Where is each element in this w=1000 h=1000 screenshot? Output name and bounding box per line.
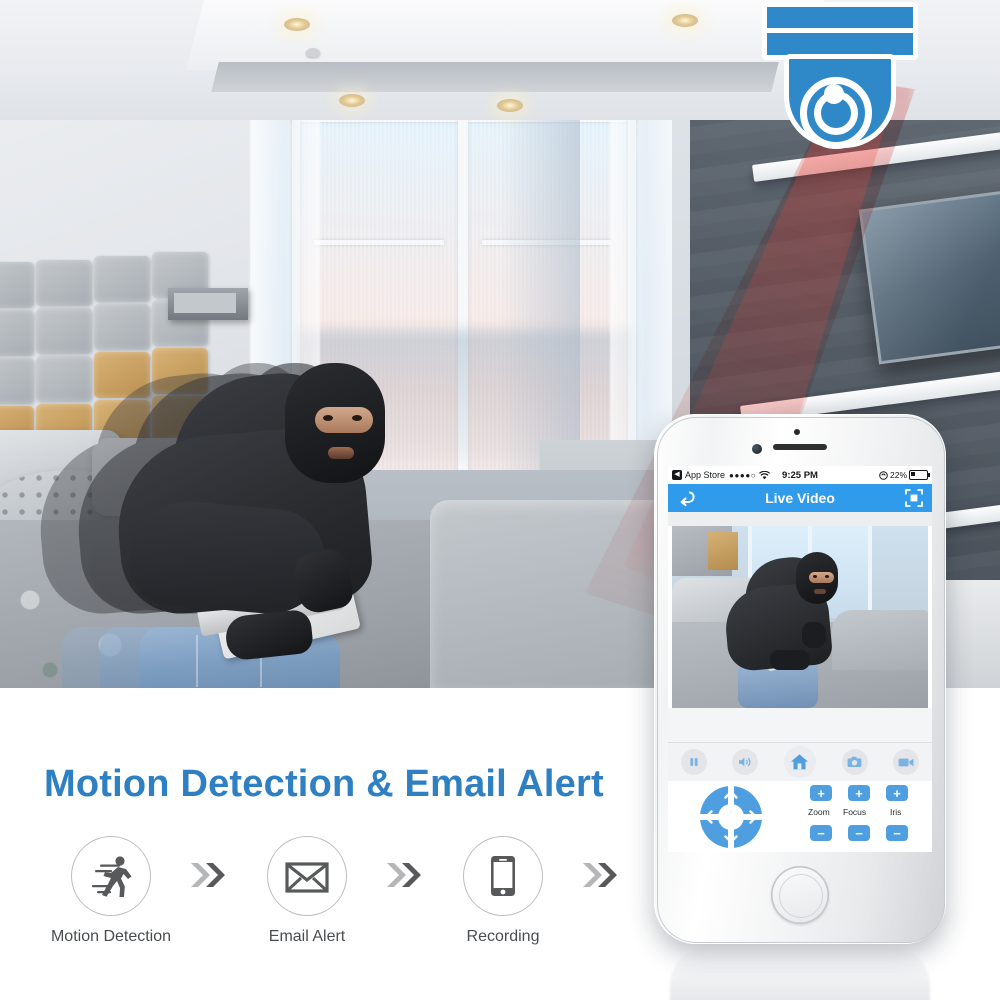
tv-screen-reflection bbox=[862, 184, 1000, 362]
status-right-group: 22% bbox=[879, 470, 930, 480]
dpad-down-icon[interactable] bbox=[724, 834, 738, 844]
zoom-minus-button[interactable]: − bbox=[810, 825, 832, 841]
phone-home-button[interactable] bbox=[771, 866, 829, 924]
rotation-lock-icon bbox=[879, 470, 888, 480]
flow-step-motion-detection: Motion Detection bbox=[36, 836, 186, 946]
phone-screen: ◀ App Store ●●●●○ 9:25 PM 22% Live Video… bbox=[668, 466, 932, 852]
page-title: Motion Detection & Email Alert bbox=[44, 763, 604, 805]
workflow-diagram: Motion Detection Email Alert Recording bbox=[36, 836, 656, 966]
flow-step-recording: Recording bbox=[428, 836, 578, 946]
burglar-figure bbox=[32, 355, 520, 688]
snapshot-button[interactable] bbox=[841, 749, 868, 775]
gloved-hand-lower bbox=[223, 608, 315, 662]
flow-arrow-2 bbox=[382, 836, 428, 914]
downlight-2 bbox=[672, 14, 698, 27]
proximity-sensor-icon bbox=[794, 429, 800, 435]
mouth-opening bbox=[328, 447, 354, 459]
headboard-pad bbox=[94, 304, 150, 350]
battery-percent-label: 22% bbox=[889, 470, 907, 480]
smartphone-icon bbox=[491, 856, 515, 896]
burglar-main bbox=[100, 355, 420, 688]
eye-left bbox=[323, 415, 333, 421]
ceiling-recess bbox=[211, 62, 779, 92]
camera-icon bbox=[847, 756, 862, 767]
back-arrow-icon[interactable] bbox=[677, 488, 697, 508]
niche-interior bbox=[174, 293, 236, 313]
front-camera-icon bbox=[752, 444, 762, 454]
volume-button[interactable] bbox=[732, 749, 759, 775]
dome-camera-icon bbox=[762, 0, 918, 149]
earpiece-speaker bbox=[773, 444, 827, 450]
dpad-center[interactable] bbox=[718, 804, 744, 830]
dpad-up-icon[interactable] bbox=[724, 790, 738, 800]
home-button-ring bbox=[779, 874, 823, 918]
app-nav-bar: Live Video bbox=[668, 484, 932, 512]
double-chevron-right-icon bbox=[387, 863, 421, 887]
flow-step-label: Recording bbox=[466, 928, 540, 945]
headboard-pad bbox=[94, 256, 150, 302]
eye-right bbox=[352, 415, 362, 421]
camera-lens-core bbox=[824, 84, 844, 104]
live-video-feed[interactable] bbox=[672, 526, 928, 708]
email-alert-icon-circle bbox=[267, 836, 347, 916]
video-bottom-padding bbox=[668, 708, 932, 742]
headboard-pad bbox=[0, 310, 34, 356]
motion-detection-icon-circle bbox=[71, 836, 151, 916]
record-button[interactable] bbox=[893, 749, 920, 775]
ceiling-sensor-icon bbox=[306, 48, 320, 57]
iris-minus-button[interactable]: − bbox=[886, 825, 908, 841]
double-chevron-right-icon bbox=[583, 863, 617, 887]
video-top-padding bbox=[668, 512, 932, 526]
video-camera-icon bbox=[898, 758, 914, 766]
home-button[interactable] bbox=[783, 746, 816, 778]
flow-arrow-3 bbox=[578, 836, 624, 914]
focus-label: Focus bbox=[843, 807, 867, 817]
zoom-label: Zoom bbox=[808, 807, 830, 817]
pause-button[interactable] bbox=[680, 749, 707, 775]
envelope-icon bbox=[285, 862, 329, 893]
focus-minus-button[interactable]: − bbox=[848, 825, 870, 841]
downlight-4 bbox=[497, 99, 523, 112]
recording-icon-circle bbox=[463, 836, 543, 916]
downlight-1 bbox=[284, 18, 310, 31]
ptz-control-panel: + + + Zoom Focus Iris − − − bbox=[668, 781, 932, 852]
fullscreen-icon[interactable] bbox=[905, 489, 923, 507]
downlight-3 bbox=[339, 94, 365, 107]
home-icon bbox=[791, 754, 809, 770]
speaker-icon bbox=[739, 757, 751, 767]
flow-step-label: Email Alert bbox=[268, 928, 346, 945]
headboard-pad bbox=[36, 260, 92, 306]
focus-plus-button[interactable]: + bbox=[848, 785, 870, 801]
iris-plus-button[interactable]: + bbox=[886, 785, 908, 801]
flow-step-email-alert: Email Alert bbox=[232, 836, 382, 946]
smartphone-mockup: ◀ App Store ●●●●○ 9:25 PM 22% Live Video… bbox=[654, 414, 946, 1000]
promo-graphic: Motion Detection & Email Alert Motion De… bbox=[0, 0, 1000, 1000]
nav-title: Live Video bbox=[765, 490, 835, 506]
flow-step-label: Motion Detection bbox=[50, 928, 172, 945]
ptz-adjusters: + + + Zoom Focus Iris − − − bbox=[808, 785, 922, 847]
double-chevron-right-icon bbox=[191, 863, 225, 887]
zoom-plus-button[interactable]: + bbox=[810, 785, 832, 801]
iris-label: Iris bbox=[890, 807, 902, 817]
ceiling-soffit bbox=[186, 0, 824, 70]
hoodie-arm bbox=[125, 496, 330, 619]
pause-icon bbox=[690, 758, 698, 766]
playback-control-bar bbox=[668, 743, 932, 781]
flow-arrow-1 bbox=[186, 836, 232, 914]
headboard-pad bbox=[36, 308, 92, 354]
status-bar: ◀ App Store ●●●●○ 9:25 PM 22% bbox=[668, 466, 932, 484]
headboard-pad bbox=[0, 262, 34, 308]
feed-burglar bbox=[722, 548, 854, 708]
wall-niche-shelf bbox=[168, 288, 248, 320]
phone-reflection bbox=[670, 946, 930, 1000]
battery-icon bbox=[909, 470, 930, 480]
ptz-dpad[interactable] bbox=[699, 785, 763, 849]
wall-mounted-tv bbox=[858, 181, 1000, 365]
dpad-right-icon[interactable] bbox=[748, 810, 758, 824]
dpad-left-icon[interactable] bbox=[704, 810, 714, 824]
running-man-icon bbox=[92, 856, 132, 897]
